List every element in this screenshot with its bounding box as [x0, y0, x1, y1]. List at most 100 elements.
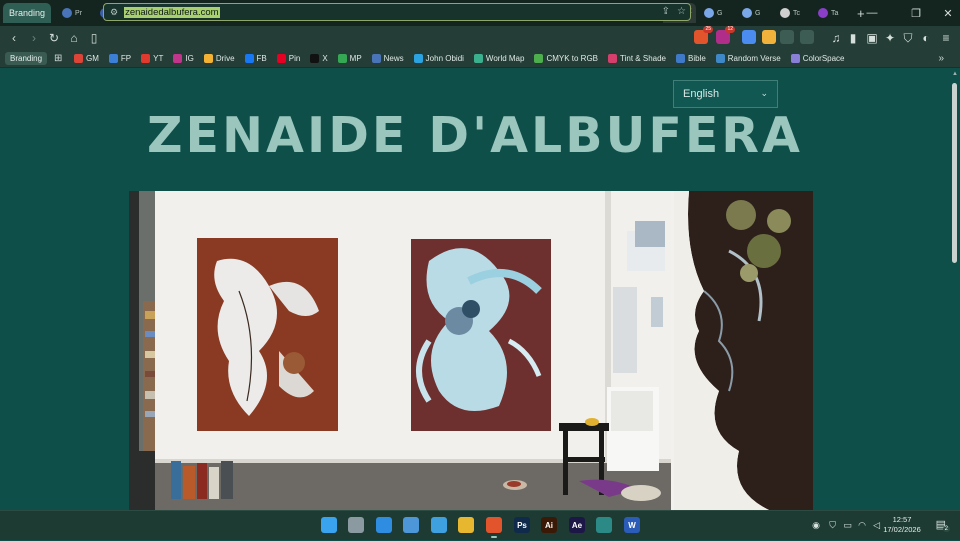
bookmark-label: News: [383, 54, 404, 63]
site-title: ZENAIDE D'ALBUFERA: [147, 107, 803, 164]
vpn-icon[interactable]: ⛉: [898, 28, 918, 48]
bookmark-favicon-icon: [108, 54, 118, 63]
tab-favicon-icon: [704, 8, 715, 18]
apps-grid-icon[interactable]: ⊞: [54, 53, 64, 64]
tab-20[interactable]: Ta: [811, 3, 848, 23]
reload-icon[interactable]: ↻: [44, 28, 64, 48]
address-bar[interactable]: ⚙ zenaidedalbufera.com ⇪ ☆: [103, 3, 691, 21]
image-viewer-icon[interactable]: [403, 517, 419, 533]
bookmark-item[interactable]: Bible: [675, 54, 706, 63]
page-viewport: English ⌄ ZENAIDE D'ALBUFERA ▲: [0, 69, 960, 510]
toolbar: ‹ › ↻ ⌂ ▯: [0, 26, 960, 50]
bookmark-item[interactable]: FP: [108, 54, 131, 63]
bookmark-item[interactable]: John Obidi: [413, 54, 464, 63]
photos-icon[interactable]: [376, 517, 392, 533]
bookmark-item[interactable]: ColorSpace: [790, 54, 845, 63]
bookmark-item[interactable]: Tint & Shade: [608, 54, 666, 63]
minimize-icon[interactable]: —: [860, 0, 884, 26]
bookmark-item[interactable]: World Map: [473, 54, 524, 63]
bookmark-label: Random Verse: [727, 54, 781, 63]
sidebar-toggle-icon[interactable]: ▮: [843, 28, 863, 48]
volume-icon[interactable]: ◁: [873, 520, 880, 531]
bookmark-favicon-icon: [74, 54, 84, 63]
bookmark-item[interactable]: YT: [141, 54, 163, 63]
davinci-icon[interactable]: [596, 517, 612, 533]
bookmark-item[interactable]: IG: [173, 54, 194, 63]
tab-17[interactable]: G: [697, 3, 734, 23]
bookmark-group-chip[interactable]: Branding: [5, 52, 48, 65]
after-effects-icon[interactable]: Ae: [569, 517, 585, 533]
tab-label: Ta: [831, 9, 839, 17]
file-explorer-icon[interactable]: [458, 517, 474, 533]
bookmark-item[interactable]: Pin: [276, 54, 301, 63]
tab-18[interactable]: G: [735, 3, 772, 23]
bookmark-favicon-icon: [173, 54, 183, 63]
illustrator-icon[interactable]: Ai: [541, 517, 557, 533]
pencil-icon[interactable]: [762, 30, 776, 44]
tab-group-chip[interactable]: Branding: [3, 3, 52, 23]
wifi-icon[interactable]: ◠: [858, 520, 866, 531]
browser-window: Branding PrZ\OlHInAHMClElTIASlTIKRH×GGTc…: [0, 0, 960, 510]
bookmark-favicon-icon: [715, 54, 725, 63]
bookmark-item[interactable]: CMYK to RGB: [534, 54, 598, 63]
site-info-icon[interactable]: ⚙: [110, 7, 118, 18]
bookmark-item[interactable]: News: [371, 54, 404, 63]
scroll-up-icon[interactable]: ▲: [952, 71, 958, 77]
puzzle-icon[interactable]: [780, 30, 794, 44]
page-scrollbar[interactable]: [952, 83, 957, 263]
bookmark-label: GM: [86, 54, 99, 63]
clock-date: 17/02/2026: [883, 525, 921, 534]
bookmark-label: IG: [185, 54, 194, 63]
photoshop-icon[interactable]: Ps: [514, 517, 530, 533]
sidebar-icon[interactable]: [800, 30, 814, 44]
forward-icon[interactable]: ›: [24, 28, 44, 48]
bookmark-favicon-icon: [203, 54, 213, 63]
bookmark-favicon-icon: [244, 54, 254, 63]
bookmark-label: X: [322, 54, 328, 63]
bookmark-favicon-icon: [310, 54, 320, 63]
bookmarks-overflow-icon[interactable]: »: [938, 53, 944, 64]
battery-icon[interactable]: ▭: [843, 520, 852, 531]
profile-icon[interactable]: ◐: [916, 28, 936, 48]
brave-shield-icon[interactable]: 25: [694, 26, 713, 44]
bookmark-label: Drive: [215, 54, 235, 63]
bookmark-favicon-icon: [534, 54, 544, 63]
color-picker-icon[interactable]: [742, 30, 756, 44]
bookmark-item[interactable]: MP: [337, 54, 362, 63]
share-icon[interactable]: ⇪: [662, 6, 670, 17]
close-window-icon[interactable]: ✕: [936, 0, 960, 26]
language-selector[interactable]: English ⌄: [673, 80, 778, 108]
wallet-icon[interactable]: ▣: [862, 28, 882, 48]
taskbar: Ps Ai Ae W ◉ ⛉ ▭ ◠ ◁ 12:57 17/02/2026 ▤ 2: [0, 510, 960, 540]
menu-icon[interactable]: ≡: [936, 28, 956, 48]
bookmark-item[interactable]: Random Verse: [715, 54, 781, 63]
bookmark-item[interactable]: FB: [244, 54, 267, 63]
tab-19[interactable]: Tc: [773, 3, 810, 23]
word-icon[interactable]: W: [624, 517, 640, 533]
security-icon[interactable]: ⛉: [829, 520, 836, 531]
address-text[interactable]: zenaidedalbufera.com: [124, 6, 220, 18]
tab-label: G: [717, 9, 723, 17]
brave-browser-icon[interactable]: [486, 517, 502, 538]
clock[interactable]: 12:57 17/02/2026: [880, 515, 924, 535]
bookmark-page-icon[interactable]: ▯: [84, 28, 104, 48]
bookmark-star-icon[interactable]: ☆: [677, 6, 686, 17]
bookmark-label: John Obidi: [425, 54, 464, 63]
tab-0[interactable]: Pr: [55, 3, 92, 23]
notepad-icon[interactable]: [431, 517, 447, 533]
back-icon[interactable]: ‹: [4, 28, 24, 48]
leo-ai-icon[interactable]: ✦: [880, 28, 900, 48]
bookmark-label: Tint & Shade: [620, 54, 666, 63]
brave-rewards-icon[interactable]: 12: [716, 26, 735, 44]
task-view-icon[interactable]: [348, 517, 364, 533]
home-icon[interactable]: ⌂: [64, 28, 84, 48]
bookmarks-bar: Branding ⊞ GM FP YT IG Drive FB Pin X MP News John…: [0, 50, 960, 68]
bookmark-item[interactable]: GM: [74, 54, 99, 63]
restore-icon[interactable]: ❐: [904, 0, 928, 26]
bookmark-item[interactable]: X: [310, 54, 328, 63]
bookmark-label: CMYK to RGB: [546, 54, 599, 63]
bookmark-item[interactable]: Drive: [203, 54, 235, 63]
copilot-icon[interactable]: ◉: [812, 520, 820, 531]
windows-start-icon[interactable]: [321, 517, 337, 533]
bookmark-label: Pin: [288, 54, 301, 63]
